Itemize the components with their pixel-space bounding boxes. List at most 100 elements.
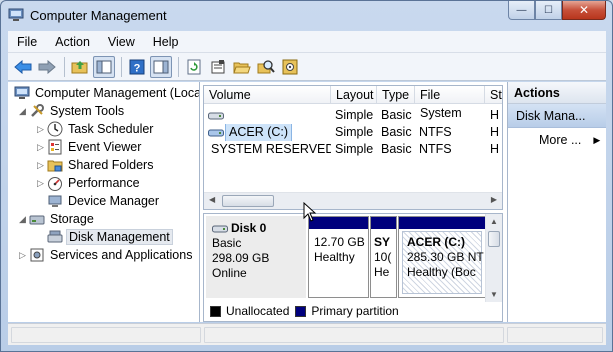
tree-item-services-and-applications[interactable]: ▷ Services and Applications bbox=[18, 246, 194, 264]
show-hide-tree-button[interactable] bbox=[93, 55, 115, 78]
tree-item-storage[interactable]: ◢ Storage bbox=[18, 210, 96, 228]
tools-icon bbox=[31, 104, 44, 117]
expand-arrow-icon[interactable]: ▷ bbox=[36, 160, 45, 171]
volume-status: H bbox=[490, 108, 500, 122]
tree-item-computer-management[interactable]: Computer Management (Local bbox=[12, 84, 199, 102]
minimize-icon: — bbox=[516, 4, 527, 16]
scrollbar-thumb[interactable] bbox=[488, 231, 500, 247]
disk-size: 298.09 GB bbox=[212, 251, 270, 265]
table-row[interactable]: ACER (C:) Simple Basic NTFS H bbox=[204, 124, 502, 141]
disk-info[interactable]: Disk 0 Basic 298.09 GB Online bbox=[206, 216, 306, 298]
partition-block-acer-c[interactable]: ACER (C:) 285.30 GB NT Healthy (Boc bbox=[398, 216, 486, 298]
computer-management-icon bbox=[8, 8, 24, 21]
menu-action[interactable]: Action bbox=[46, 35, 99, 49]
expand-arrow-icon[interactable]: ▷ bbox=[36, 124, 45, 135]
close-button[interactable]: ✕ bbox=[562, 1, 606, 20]
status-segment bbox=[11, 327, 201, 343]
volume-file-system bbox=[417, 107, 485, 124]
up-one-level-button[interactable] bbox=[69, 56, 91, 78]
toolbar-separator bbox=[178, 56, 179, 77]
back-button[interactable] bbox=[12, 56, 34, 78]
properties-button[interactable] bbox=[207, 56, 229, 78]
window-controls: — ☐ ✕ bbox=[508, 1, 606, 21]
partition-label: ACER (C:) bbox=[407, 235, 465, 249]
svg-text:?: ? bbox=[134, 62, 141, 74]
tree-item-label: Task Scheduler bbox=[68, 122, 154, 136]
console-view-button[interactable] bbox=[150, 55, 172, 78]
volume-layout: Simple bbox=[335, 142, 374, 156]
minimize-button[interactable]: — bbox=[508, 1, 535, 20]
drive-icon bbox=[208, 129, 224, 136]
primary-partition-band bbox=[309, 217, 368, 229]
disk-icon bbox=[212, 225, 228, 232]
open-button[interactable] bbox=[231, 56, 253, 78]
refresh-icon bbox=[187, 59, 201, 74]
show-hide-tree-icon bbox=[96, 60, 112, 73]
vertical-scrollbar[interactable]: ▲ ▼ bbox=[485, 214, 502, 302]
tree-item-label: Storage bbox=[50, 212, 94, 226]
actions-pane: Actions Disk Mana... More ... ▶ bbox=[507, 82, 606, 322]
table-row[interactable]: SYSTEM RESERVED Simple Basic NTFS H bbox=[204, 141, 502, 158]
legend-swatch-primary bbox=[295, 305, 307, 317]
scroll-up-icon[interactable]: ▲ bbox=[490, 217, 498, 226]
navigation-tree: Computer Management (Local ◢ System Tool… bbox=[8, 82, 200, 322]
collapse-arrow-icon[interactable]: ◢ bbox=[18, 214, 27, 225]
volume-status: H bbox=[490, 142, 500, 156]
more-actions-link[interactable]: More ... ▶ bbox=[508, 128, 606, 152]
tree-item-disk-management[interactable]: Disk Management bbox=[45, 228, 173, 246]
menu-bar: File Action View Help bbox=[8, 31, 606, 53]
open-folder-icon bbox=[233, 62, 251, 73]
legend-swatch-unallocated bbox=[210, 305, 221, 317]
forward-button[interactable] bbox=[36, 56, 58, 78]
scroll-right-icon[interactable]: ▶ bbox=[491, 195, 497, 204]
menu-help[interactable]: Help bbox=[144, 35, 188, 49]
settings-button[interactable] bbox=[279, 56, 301, 78]
horizontal-scrollbar[interactable]: ◀ ▶ bbox=[204, 192, 502, 209]
expand-arrow-icon[interactable]: ▷ bbox=[18, 250, 27, 261]
column-header-type[interactable]: Type bbox=[377, 86, 415, 104]
column-header-volume[interactable]: Volume bbox=[204, 86, 331, 104]
column-header-layout[interactable]: Layout bbox=[331, 86, 377, 104]
tree-item-device-manager[interactable]: Device Manager bbox=[45, 192, 161, 210]
help-button[interactable]: ? bbox=[126, 56, 148, 78]
volume-list: Volume Layout Type File System St Simple… bbox=[203, 85, 503, 210]
actions-header: Actions bbox=[508, 82, 606, 104]
menu-view[interactable]: View bbox=[99, 35, 144, 49]
disk-type: Basic bbox=[212, 236, 242, 250]
partition-block-system-reserved[interactable]: SY 10( He bbox=[370, 216, 397, 298]
tree-item-label: Shared Folders bbox=[68, 158, 154, 172]
scroll-down-icon[interactable]: ▼ bbox=[490, 290, 498, 299]
search-button[interactable] bbox=[255, 56, 277, 78]
expand-arrow-icon[interactable]: ▷ bbox=[36, 142, 45, 153]
tree-item-system-tools[interactable]: ◢ System Tools bbox=[18, 102, 126, 120]
volume-type: Basic bbox=[381, 125, 412, 139]
tree-item-label: Device Manager bbox=[68, 194, 160, 208]
tree-item-event-viewer[interactable]: ▷ Event Viewer bbox=[36, 138, 143, 156]
tree-item-performance[interactable]: ▷ Performance bbox=[36, 174, 142, 192]
maximize-icon: ☐ bbox=[544, 4, 553, 16]
volume-list-header: Volume Layout Type File System St bbox=[204, 86, 502, 120]
title-bar[interactable]: Computer Management — ☐ ✕ bbox=[1, 1, 612, 31]
expand-arrow-icon[interactable]: ▷ bbox=[36, 178, 45, 189]
tree-item-label: Event Viewer bbox=[68, 140, 142, 154]
tree-item-label: Performance bbox=[68, 176, 140, 190]
column-header-status[interactable]: St bbox=[485, 86, 502, 104]
column-header-file-system[interactable]: File System bbox=[415, 86, 485, 120]
menu-file[interactable]: File bbox=[8, 35, 46, 49]
legend-label: Unallocated bbox=[226, 304, 290, 318]
partition-block[interactable]: 12.70 GB Healthy bbox=[308, 216, 369, 298]
table-row[interactable]: Simple Basic H bbox=[204, 107, 502, 124]
tree-item-task-scheduler[interactable]: ▷ Task Scheduler bbox=[36, 120, 155, 138]
scroll-left-icon[interactable]: ◀ bbox=[209, 195, 215, 204]
scrollbar-thumb[interactable] bbox=[222, 195, 274, 207]
tree-item-label: Services and Applications bbox=[50, 248, 193, 262]
refresh-button[interactable] bbox=[183, 56, 205, 78]
collapse-arrow-icon[interactable]: ◢ bbox=[18, 106, 27, 117]
services-icon bbox=[30, 248, 44, 262]
device-icon bbox=[48, 195, 62, 207]
tree-item-shared-folders[interactable]: ▷ Shared Folders bbox=[36, 156, 155, 174]
gauge-icon bbox=[48, 177, 62, 191]
shared-folder-icon bbox=[47, 160, 63, 172]
actions-section-disk-management[interactable]: Disk Mana... bbox=[508, 104, 606, 128]
maximize-button[interactable]: ☐ bbox=[535, 1, 562, 20]
